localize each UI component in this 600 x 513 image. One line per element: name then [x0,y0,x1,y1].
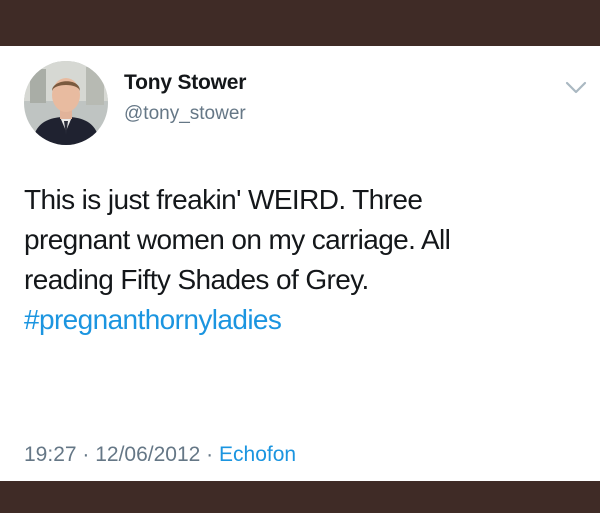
avatar-photo [24,61,108,145]
tweet-text: This is just freakin' WEIRD. Three pregna… [24,180,580,340]
meta-separator: · [200,443,220,466]
tweet-text-line: This is just freakin' WEIRD. Three [24,184,423,215]
tweet-card: Tony Stower @tony_stower This is just fr… [0,46,600,481]
tweet-meta: 19:27 · 12/06/2012 · Echofon [24,443,296,467]
meta-separator: · [76,443,96,466]
user-handle[interactable]: @tony_stower [124,103,246,125]
hashtag-link[interactable]: #pregnanthornyladies [24,304,282,335]
chevron-down-icon[interactable] [562,78,590,98]
tweet-text-line: reading Fifty Shades of Grey. [24,264,369,295]
top-frame-bar [0,0,600,46]
bottom-frame-bar [0,481,600,513]
tweet-date: 12/06/2012 [95,443,201,466]
tweet-source-link[interactable]: Echofon [219,443,296,466]
display-name[interactable]: Tony Stower [124,71,246,95]
avatar[interactable] [24,61,108,145]
tweet-time: 19:27 [24,443,77,466]
tweet-text-line: pregnant women on my carriage. All [24,224,451,255]
